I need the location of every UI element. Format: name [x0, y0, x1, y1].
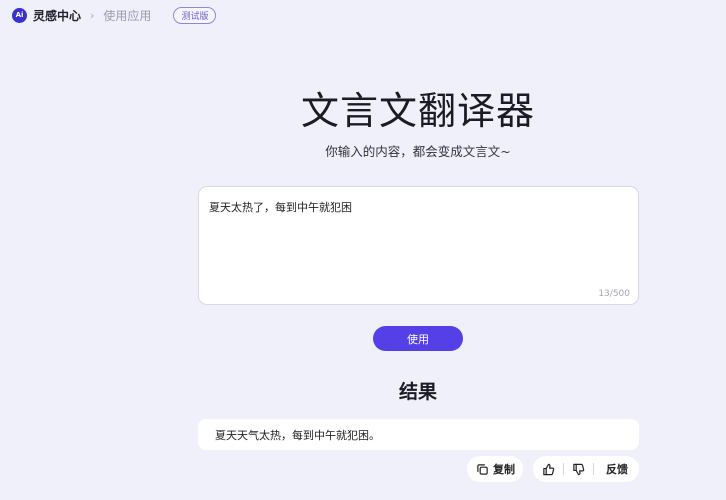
result-box: 夏天天气太热，每到中午就犯困。	[198, 419, 639, 450]
copy-label: 复制	[493, 463, 515, 476]
char-counter: 13/500	[598, 289, 630, 299]
breadcrumb: Ai 灵感中心 › 使用应用 测试版	[12, 5, 217, 25]
page: Ai 灵感中心 › 使用应用 测试版 文言文翻译器 你输入的内容，都会变成文言文…	[0, 0, 726, 500]
copy-button[interactable]: 复制	[467, 456, 523, 482]
chevron-right-icon: ›	[90, 8, 95, 22]
page-subtitle: 你输入的内容，都会变成文言文~	[325, 144, 511, 159]
thumbs-down-icon[interactable]	[572, 463, 585, 476]
copy-icon	[476, 463, 489, 476]
logo-icon: Ai	[12, 7, 27, 23]
result-text: 夏天天气太热，每到中午就犯困。	[215, 428, 380, 442]
divider	[593, 463, 594, 475]
beta-badge: 测试版	[173, 6, 217, 24]
feedback-button[interactable]: 反馈	[606, 461, 628, 477]
divider	[563, 463, 564, 475]
input-container: 夏天太热了，每到中午就犯困 13/500	[198, 186, 639, 305]
result-heading: 结果	[398, 381, 437, 403]
use-button[interactable]: 使用	[373, 326, 463, 351]
breadcrumb-current: 使用应用	[103, 8, 152, 23]
page-title: 文言文翻译器	[300, 89, 535, 133]
thumbs-up-icon[interactable]	[542, 463, 555, 476]
breadcrumb-home-link[interactable]: 灵感中心	[33, 7, 81, 24]
text-input[interactable]: 夏天太热了，每到中午就犯困	[199, 187, 638, 304]
feedback-group: 反馈	[533, 456, 639, 482]
